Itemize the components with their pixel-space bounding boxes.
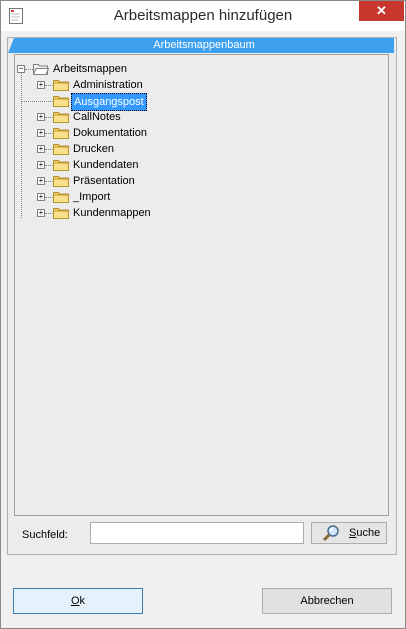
tree-node-label: _Import [73,191,111,203]
folder-icon [53,176,69,187]
tree-connector [45,85,53,86]
folder-icon [53,192,69,203]
tree-connector [45,133,53,134]
ok-button[interactable]: Ok [13,588,143,614]
tree-connector [45,181,53,182]
search-button-label: Suche [349,527,381,539]
workbook-tree-group: Arbeitsmappenbaum − Arbeitsmappen + Admin… [7,37,397,555]
tree-connector [25,69,33,70]
tree-node-label: Präsentation [73,175,135,187]
tree-node-label: Drucken [73,143,114,155]
expand-icon[interactable]: + [37,209,45,217]
search-magnifier-icon [322,525,339,542]
search-field-label: Suchfeld: [22,529,68,541]
tree-connector [45,165,53,166]
tree-connector [45,117,53,118]
title-bar[interactable]: Arbeitsmappen hinzufügen ✕ [1,1,405,31]
window-title: Arbeitsmappen hinzufügen [113,7,293,24]
tree-node-label: CallNotes [73,111,121,123]
folder-icon [53,128,69,139]
tree-root-label: Arbeitsmappen [53,63,127,75]
tree-trunk-line [21,73,22,218]
expand-icon[interactable]: + [37,177,45,185]
expand-icon[interactable]: + [37,145,45,153]
search-input[interactable] [90,522,304,544]
expand-icon[interactable]: + [37,113,45,121]
tree-node-label: Kundendaten [73,159,139,171]
dialog-window: Arbeitsmappen hinzufügen ✕ Arbeitsmappen… [0,0,406,629]
expand-icon[interactable]: + [37,161,45,169]
tree-node-label: Kundenmappen [73,207,151,219]
tree-node-label: Administration [73,79,143,91]
folder-icon [53,112,69,123]
expand-icon[interactable]: + [37,193,45,201]
folder-icon [53,96,69,107]
folder-icon [53,208,69,219]
close-button[interactable]: ✕ [359,1,404,21]
expand-icon[interactable]: + [37,81,45,89]
tree-node-label: Dokumentation [73,127,147,139]
cancel-button[interactable]: Abbrechen [262,588,392,614]
folder-icon [53,80,69,91]
open-folder-icon [33,64,49,75]
tree-connector [45,149,53,150]
search-button[interactable]: Suche [311,522,387,544]
tree-connector [21,101,53,102]
expand-icon[interactable]: + [37,129,45,137]
folder-icon [53,160,69,171]
tree-connector [45,197,53,198]
tree-connector [45,213,53,214]
workbook-tree[interactable]: − Arbeitsmappen + Administration Ausgangsp… [14,54,389,516]
folder-icon [53,144,69,155]
dialog-client-area: Arbeitsmappenbaum − Arbeitsmappen + Admin… [1,31,405,628]
group-header: Arbeitsmappenbaum [8,38,394,53]
collapse-icon[interactable]: − [17,65,25,73]
